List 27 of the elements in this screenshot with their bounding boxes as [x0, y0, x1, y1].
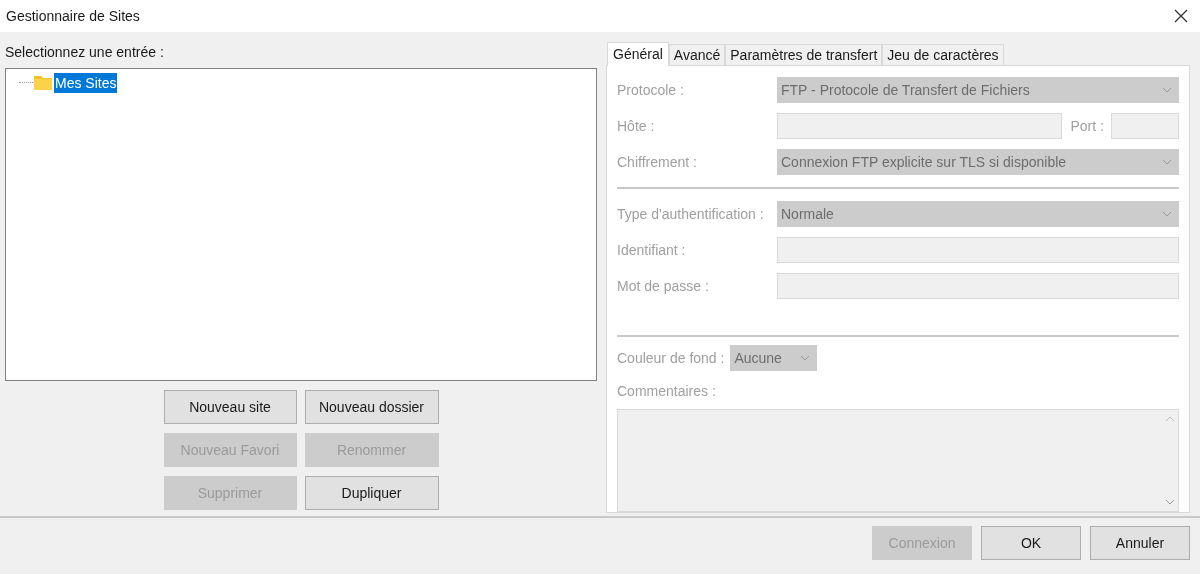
dialog-button[interactable]: Annuler	[1090, 526, 1190, 560]
comments-label: Commentaires :	[617, 382, 717, 402]
field-label: Couleur de fond :	[617, 348, 725, 368]
field-label: Type d'authentification :	[617, 204, 765, 224]
field-label: Hôte :	[617, 116, 656, 136]
field-label: Chiffrement :	[617, 152, 698, 172]
window-title: Gestionnaire de Sites	[6, 6, 140, 26]
tab[interactable]: Paramètres de transfert	[725, 44, 883, 65]
tab[interactable]: Jeu de caractères	[882, 44, 1004, 65]
tab[interactable]: Avancé	[668, 44, 726, 65]
chevron-icon	[1162, 87, 1172, 93]
dialog-button[interactable]: OK	[981, 526, 1081, 560]
chevron-icon	[800, 355, 811, 362]
tree-item[interactable]: Mes Sites	[54, 72, 118, 93]
field-label: Mot de passe :	[617, 276, 710, 296]
chevron-icon	[1162, 211, 1172, 217]
dialog-button[interactable]: Dupliquer	[304, 476, 439, 510]
folder-icon	[33, 74, 53, 92]
field-label: Identifiant :	[617, 240, 687, 260]
field-label: Port :	[1070, 116, 1105, 136]
close-icon[interactable]	[1174, 9, 1188, 23]
field-label: Protocole :	[617, 80, 685, 100]
dialog-button[interactable]: Nouveau site	[163, 390, 297, 424]
tab[interactable]: Général	[607, 42, 669, 66]
chevron-icon	[1162, 159, 1172, 165]
list-label: Selectionnez une entrée :	[5, 43, 165, 62]
dialog-button[interactable]: Nouveau dossier	[304, 390, 439, 424]
